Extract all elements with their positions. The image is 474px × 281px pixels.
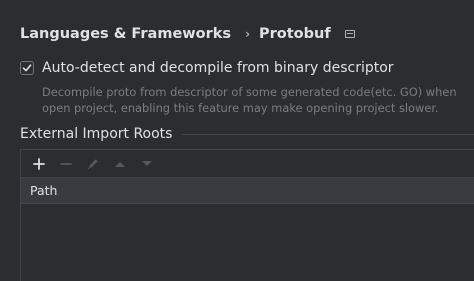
autodetect-checkbox[interactable] bbox=[20, 61, 34, 75]
breadcrumb-parent[interactable]: Languages & Frameworks bbox=[20, 26, 231, 42]
table-header: Path bbox=[21, 178, 474, 204]
breadcrumb-current: Protobuf bbox=[259, 26, 331, 42]
autodetect-hint: Decompile proto from descriptor of some … bbox=[42, 84, 457, 116]
autodetect-option[interactable]: Auto-detect and decompile from binary de… bbox=[20, 60, 394, 76]
chevron-right-icon: › bbox=[245, 27, 251, 41]
breadcrumb: Languages & Frameworks › Protobuf bbox=[20, 24, 355, 44]
pencil-icon[interactable] bbox=[83, 154, 103, 174]
hint-line-2: open project, enabling this feature may … bbox=[42, 101, 439, 115]
triangle-down-icon[interactable] bbox=[137, 154, 157, 174]
import-roots-table: Path bbox=[20, 149, 474, 281]
hint-line-1: Decompile proto from descriptor of some … bbox=[42, 85, 457, 99]
autodetect-label[interactable]: Auto-detect and decompile from binary de… bbox=[42, 60, 394, 76]
window-icon[interactable] bbox=[344, 30, 355, 38]
import-roots-title: External Import Roots bbox=[20, 126, 173, 142]
column-header-path[interactable]: Path bbox=[30, 183, 57, 198]
import-roots-section-title: External Import Roots bbox=[20, 126, 474, 142]
plus-icon[interactable] bbox=[29, 154, 49, 174]
table-body[interactable] bbox=[21, 204, 474, 281]
checkmark-icon bbox=[22, 64, 32, 72]
triangle-up-icon[interactable] bbox=[110, 154, 130, 174]
table-toolbar bbox=[21, 150, 474, 178]
minus-icon[interactable] bbox=[56, 154, 76, 174]
section-divider bbox=[182, 133, 474, 135]
